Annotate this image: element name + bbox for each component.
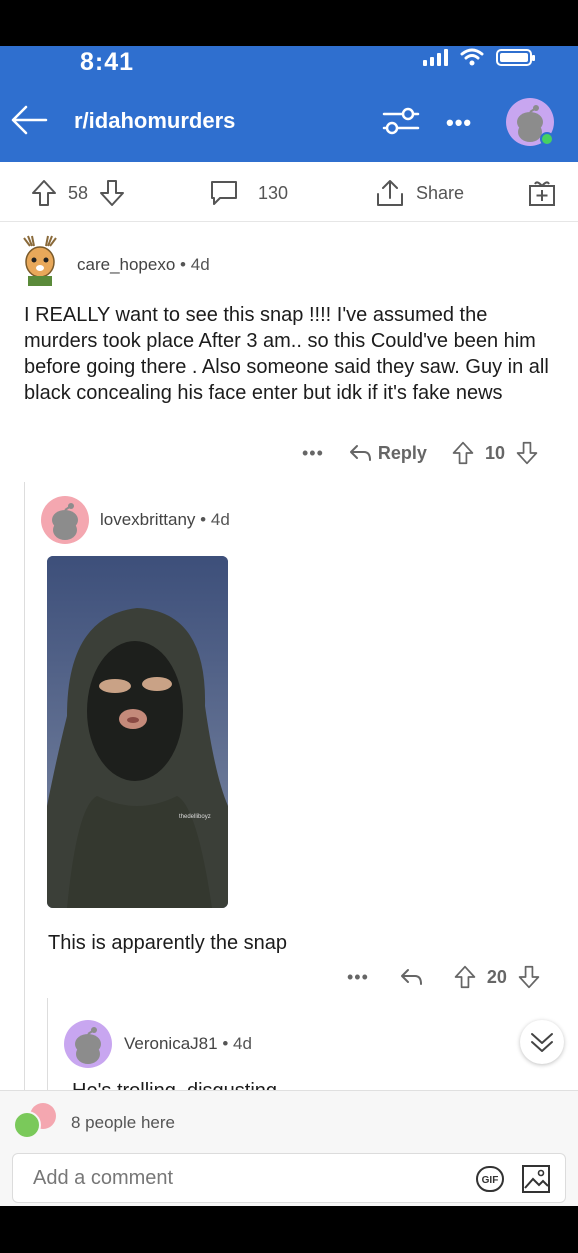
thread-line[interactable] [47,998,48,1090]
top-black-bar [0,0,578,46]
filter-icon[interactable] [382,104,420,138]
reply-label[interactable]: Reply [378,443,427,464]
bottom-black-bar [0,1206,578,1253]
comment-vote-count: 10 [484,442,505,463]
post-action-bar: 58 130 Share [0,162,578,222]
online-indicator [540,132,554,146]
gift-icon[interactable] [527,178,557,208]
comment-placeholder: Add a comment [33,1167,174,1189]
comment-body: I REALLY want to see this snap !!!! I've… [24,304,549,404]
upvote-icon[interactable] [30,178,58,208]
comment-username[interactable]: care_hopexo [77,255,175,274]
user-avatar[interactable] [64,1020,112,1068]
share-button[interactable]: Share [374,178,464,208]
comment-actions: ••• 20 [347,964,541,990]
reply-icon[interactable] [348,442,372,464]
vote-group: 58 [30,178,126,208]
comments-page: 58 130 Share care_hopexo • 4d I REALLY w… [0,162,578,1090]
deer-avatar-icon[interactable] [18,234,62,288]
more-icon[interactable]: ••• [302,443,324,464]
comment-age: 4d [210,510,230,529]
user-avatar [13,1111,41,1139]
downvote-icon[interactable] [517,964,541,990]
snoo-avatar-icon [52,503,78,540]
upvote-icon[interactable] [451,440,475,466]
battery-icon [496,48,535,66]
more-icon[interactable]: ••• [347,967,369,988]
comment-meta: VeronicaJ81 • 4d [124,1034,252,1053]
upvote-icon[interactable] [453,964,477,990]
post-upvote-count: 58 [68,182,89,203]
comment-age: 4d [190,255,210,274]
user-avatar[interactable] [41,496,89,544]
svg-text:GIF: GIF [482,1175,499,1186]
signal-icon [423,48,448,66]
gif-icon[interactable]: GIF [475,1165,505,1193]
comment-username[interactable]: lovexbrittany [100,510,195,529]
image-icon[interactable] [521,1164,551,1194]
subreddit-name[interactable]: r/idahomurders [74,108,235,134]
image-watermark: thedelliboyz [179,814,211,820]
more-icon[interactable]: ••• [446,110,472,136]
app-header: 8:41 r/idahomurders ••• [0,46,578,162]
comment-count: 130 [258,182,289,203]
add-comment-input[interactable]: Add a comment GIF [12,1153,566,1203]
comment-image[interactable]: thedelliboyz [47,556,228,908]
comment-icon [211,181,237,205]
snoo-avatar-icon [75,1027,101,1064]
comment-meta: lovexbrittany • 4d [100,510,230,529]
comment-body: He's trolling, disgusting [72,1078,552,1090]
downvote-icon[interactable] [515,440,539,466]
chevron-double-down-icon [531,1033,553,1052]
share-icon [377,180,403,206]
thread-line[interactable] [24,482,25,1090]
comment-actions: ••• Reply 10 [302,440,539,466]
comment-meta: care_hopexo • 4d [77,255,210,274]
comment-age: 4d [233,1034,252,1053]
reply-icon[interactable] [399,966,423,988]
status-icons [423,48,535,66]
bottom-panel: 8 people here Add a comment GIF [0,1090,578,1206]
collapse-thread-button[interactable] [520,1020,564,1064]
balaclava-photo: thedelliboyz [47,556,228,908]
comments-button[interactable]: 130 [208,178,288,208]
comment-username[interactable]: VeronicaJ81 [124,1034,218,1053]
downvote-icon[interactable] [98,178,126,208]
status-time: 8:41 [80,48,135,76]
back-arrow-icon[interactable] [10,104,48,136]
wifi-icon [460,48,484,66]
share-label: Share [416,182,465,203]
comment-vote-count: 20 [486,966,507,987]
comment-body: This is apparently the snap [48,932,288,954]
presence-text: 8 people here [71,1113,175,1132]
